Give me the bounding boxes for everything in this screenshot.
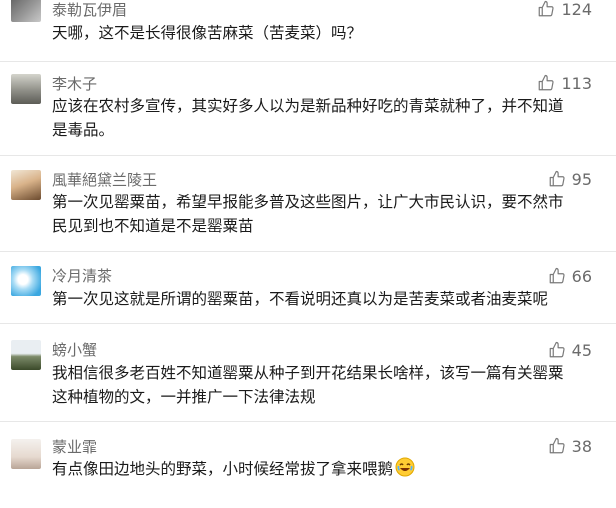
like-count: 38 <box>571 436 592 456</box>
avatar[interactable] <box>11 266 41 296</box>
comment-line: 是毒品。 <box>52 121 115 139</box>
like-button[interactable]: 113 <box>537 72 592 94</box>
avatar[interactable] <box>11 340 41 370</box>
comment-line: 天哪，这不是长得很像苦麻菜（苦麦菜）吗？ <box>52 24 363 42</box>
comment-item: 風華絕黛兰陵王 第一次见罂粟苗，希望早报能多普及这些图片，让广大市民认识，要不然… <box>0 156 616 252</box>
comment-username[interactable]: 風華絕黛兰陵王 <box>52 169 157 190</box>
laughing-emoji-icon <box>395 457 415 484</box>
comment-line: 有点像田边地头的野菜，小时候经常拔了拿来喂鹅 <box>52 460 394 478</box>
avatar[interactable] <box>11 170 41 200</box>
comment-text: 第一次见罂粟苗，希望早报能多普及这些图片，让广大市民认识，要不然市 民见到也不知… <box>52 190 612 238</box>
comment-item: 蒙业霏 有点像田边地头的野菜，小时候经常拔了拿来喂鹅 38 <box>0 422 616 508</box>
comment-item: 螃小蟹 我相信很多老百姓不知道罂粟从种子到开花结果长啥样，该写一篇有关罂粟 这种… <box>0 324 616 422</box>
avatar[interactable] <box>11 0 41 22</box>
avatar[interactable] <box>11 439 41 469</box>
like-count: 45 <box>571 340 592 360</box>
comment-item: 泰勒瓦伊眉 天哪，这不是长得很像苦麻菜（苦麦菜）吗？ 124 <box>0 0 616 62</box>
comment-line: 我相信很多老百姓不知道罂粟从种子到开花结果长啥样，该写一篇有关罂粟 <box>52 364 564 382</box>
comment-text: 第一次见这就是所谓的罂粟苗，不看说明还真以为是苦麦菜或者油麦菜呢 <box>52 287 612 311</box>
like-button[interactable]: 38 <box>548 435 592 457</box>
thumbs-up-icon <box>549 267 565 284</box>
comment-username[interactable]: 李木子 <box>52 73 97 94</box>
comment-text: 天哪，这不是长得很像苦麻菜（苦麦菜）吗？ <box>52 21 612 45</box>
thumbs-up-icon <box>549 341 565 358</box>
comment-line: 第一次见罂粟苗，希望早报能多普及这些图片，让广大市民认识，要不然市 <box>52 193 564 211</box>
comment-text: 应该在农村多宣传，其实好多人以为是新品种好吃的青菜就种了，并不知道 是毒品。 <box>52 94 612 142</box>
comment-line: 应该在农村多宣传，其实好多人以为是新品种好吃的青菜就种了，并不知道 <box>52 97 564 115</box>
comment-username[interactable]: 螃小蟹 <box>52 339 97 360</box>
comment-line: 这种植物的文，一并推广一下法律法规 <box>52 388 316 406</box>
comment-username[interactable]: 蒙业霏 <box>52 436 97 457</box>
like-button[interactable]: 45 <box>548 339 592 361</box>
comment-item: 冷月清茶 第一次见这就是所谓的罂粟苗，不看说明还真以为是苦麦菜或者油麦菜呢 66 <box>0 252 616 324</box>
like-button[interactable]: 95 <box>548 168 592 190</box>
comment-line: 民见到也不知道是不是罂粟苗 <box>52 217 254 235</box>
like-button[interactable]: 66 <box>548 265 592 287</box>
comment-line: 第一次见这就是所谓的罂粟苗，不看说明还真以为是苦麦菜或者油麦菜呢 <box>52 290 549 308</box>
comment-username[interactable]: 泰勒瓦伊眉 <box>52 0 127 20</box>
like-count: 66 <box>571 266 592 286</box>
thumbs-up-icon <box>539 74 555 91</box>
like-button[interactable]: 124 <box>537 0 592 20</box>
like-count: 113 <box>561 73 592 93</box>
comment-item: 李木子 应该在农村多宣传，其实好多人以为是新品种好吃的青菜就种了，并不知道 是毒… <box>0 62 616 156</box>
comment-text: 有点像田边地头的野菜，小时候经常拔了拿来喂鹅 <box>52 457 612 484</box>
thumbs-up-icon <box>539 0 555 17</box>
avatar[interactable] <box>11 74 41 104</box>
thumbs-up-icon <box>549 437 565 454</box>
comment-text: 我相信很多老百姓不知道罂粟从种子到开花结果长啥样，该写一篇有关罂粟 这种植物的文… <box>52 361 612 409</box>
like-count: 95 <box>571 169 592 189</box>
thumbs-up-icon <box>549 170 565 187</box>
like-count: 124 <box>561 0 592 19</box>
comment-username[interactable]: 冷月清茶 <box>52 265 112 286</box>
